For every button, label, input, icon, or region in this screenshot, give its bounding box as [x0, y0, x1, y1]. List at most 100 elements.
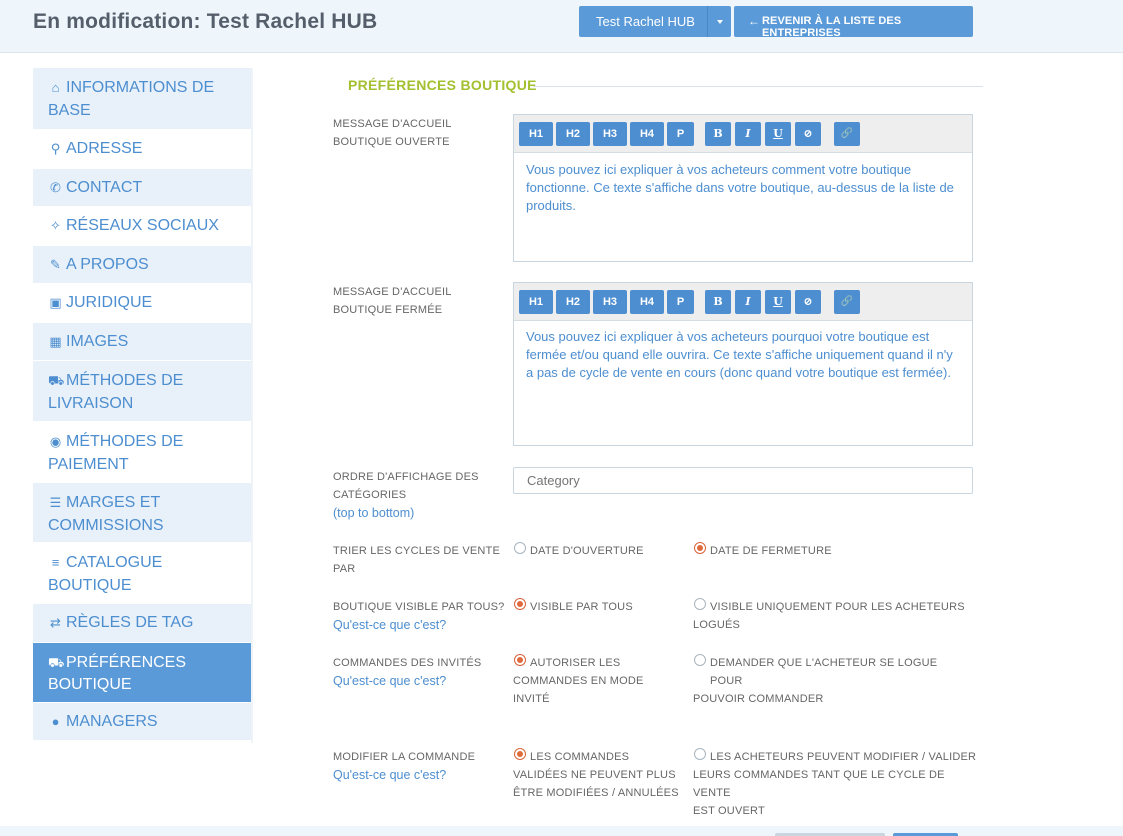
list-icon: ☰: [49, 495, 62, 510]
pencil-icon: ✎: [50, 256, 61, 272]
modify-locked-label-line1: LES COMMANDES: [530, 751, 630, 763]
sidebar-item-label: MÉTHODES DE LIVRAISON: [48, 372, 184, 412]
italic-button[interactable]: I: [735, 122, 761, 146]
back-to-list-button[interactable]: ← REVENIR À LA LISTE DES ENTREPRISES: [734, 6, 973, 39]
h2-button[interactable]: H2: [556, 290, 590, 314]
sidebar-item-contact[interactable]: ✆ CONTACT: [33, 168, 251, 207]
sidebar-item-label: ADRESSE: [66, 140, 143, 157]
modify-locked-label: LES COMMANDES VALIDÉES NE PEUVENT PLUS Ê…: [513, 748, 683, 802]
underline-button[interactable]: U: [765, 290, 791, 314]
sidebar-divider: [251, 68, 253, 743]
italic-button[interactable]: I: [735, 290, 761, 314]
guest-allow-label-line2: COMMANDES EN MODE: [513, 675, 644, 687]
modify-order-help-link[interactable]: Qu'est-ce que c'est?: [333, 766, 475, 784]
closed-message-text[interactable]: Vous pouvez ici expliquer à vos acheteur…: [526, 328, 956, 382]
h1-button[interactable]: H1: [519, 122, 553, 146]
h4-button[interactable]: H4: [630, 290, 664, 314]
sidebar-item-catalogue-boutique[interactable]: ≡ CATALOGUE BOUTIQUE: [33, 543, 251, 604]
sidebar-item-label: A PROPOS: [66, 255, 149, 273]
sidebar-item-label: MÉTHODES DE PAIEMENT: [48, 433, 184, 473]
guest-orders-help-link[interactable]: Qu'est-ce que c'est?: [333, 672, 481, 690]
guest-orders-label: COMMANDES DES INVITÉS Qu'est-ce que c'es…: [333, 654, 481, 690]
paragraph-button[interactable]: P: [667, 290, 694, 314]
paragraph-button[interactable]: P: [667, 122, 694, 146]
sidebar-item-label: IMAGES: [66, 332, 129, 350]
sort-cycles-label-line1: TRIER LES CYCLES DE VENTE: [333, 545, 500, 557]
category-order-input[interactable]: [513, 467, 973, 494]
user-icon: ●: [51, 713, 60, 729]
sidebar-item-methodes-de-livraison[interactable]: ⛟ MÉTHODES DE LIVRAISON: [33, 361, 251, 422]
open-message-label-line1: MESSAGE D'ACCUEIL: [333, 118, 452, 130]
sidebar-item-images[interactable]: ▦ IMAGES: [33, 322, 251, 361]
twitter-icon: ✧: [50, 218, 61, 233]
h4-button[interactable]: H4: [630, 122, 664, 146]
modify-allowed-label-line1: LES ACHETEURS PEUVENT MODIFIER / VALIDER: [710, 751, 977, 763]
sort-cycles-label-line2: PAR: [333, 563, 356, 575]
guest-require-login-label: DEMANDER QUE L'ACHETEUR SE LOGUE POUR PO…: [693, 654, 973, 708]
guest-allow-label-line3: INVITÉ: [513, 693, 550, 705]
sidebar-item-label: INFORMATIONS DE BASE: [48, 79, 215, 119]
sidebar-item-regles-de-tag[interactable]: ⇄ RÈGLES DE TAG: [33, 604, 251, 643]
sidebar-item-label: RÉSEAUX SOCIAUX: [66, 217, 219, 234]
open-message-editor: H1 H2 H3 H4 P B I U ⊘ 🔗 Vous pouvez ici …: [513, 114, 973, 262]
hub-select-value: Test Rachel HUB: [596, 14, 695, 29]
hub-select[interactable]: Test Rachel HUB: [579, 6, 731, 37]
link-button[interactable]: 🔗: [834, 122, 860, 146]
category-order-label: ORDRE D'AFFICHAGE DES CATÉGORIES (top to…: [333, 468, 479, 522]
visible-logged-label: VISIBLE UNIQUEMENT POUR LES ACHETEURS LO…: [693, 598, 973, 634]
underline-button[interactable]: U: [765, 122, 791, 146]
visible-all-radio[interactable]: [514, 598, 526, 610]
sidebar-item-adresse[interactable]: ⚲ ADRESSE: [33, 130, 251, 169]
sidebar-item-a-propos[interactable]: ✎ A PROPOS: [33, 245, 251, 284]
sidebar-item-marges-et-commissions[interactable]: ☰ MARGES ET COMMISSIONS: [33, 483, 251, 543]
page-title: En modification: Test Rachel HUB: [33, 10, 378, 33]
sidebar-item-informations-de-base[interactable]: ⌂ INFORMATIONS DE BASE: [33, 68, 251, 130]
editor-toolbar: H1 H2 H3 H4 P B I U ⊘ 🔗: [514, 283, 972, 321]
guest-orders-label-text: COMMANDES DES INVITÉS: [333, 657, 482, 669]
closed-message-label-line2: BOUTIQUE FERMÉE: [333, 304, 443, 316]
closed-message-editor: H1 H2 H3 H4 P B I U ⊘ 🔗 Vous pouvez ici …: [513, 282, 973, 446]
picture-icon: ▦: [49, 333, 62, 349]
sidebar-item-methodes-de-paiement[interactable]: ◉ MÉTHODES DE PAIEMENT: [33, 422, 251, 483]
h1-button[interactable]: H1: [519, 290, 553, 314]
modify-allowed-label: LES ACHETEURS PEUVENT MODIFIER / VALIDER…: [693, 748, 983, 820]
category-order-label-line2: CATÉGORIES: [333, 489, 407, 501]
category-order-label-line1: ORDRE D'AFFICHAGE DES: [333, 471, 479, 483]
guest-require-login-label-line2: POUVOIR COMMANDER: [693, 693, 824, 705]
map-marker-icon: ⚲: [50, 141, 61, 156]
sidebar-item-reseaux-sociaux[interactable]: ✧ RÉSEAUX SOCIAUX: [33, 207, 251, 246]
closed-message-label-line1: MESSAGE D'ACCUEIL: [333, 286, 452, 298]
visible-logged-label-line2: LOGUÉS: [693, 619, 741, 631]
caret-down-icon: [717, 20, 723, 24]
list-ul-icon: ≡: [51, 555, 60, 570]
modify-locked-label-line3: ÊTRE MODIFIÉES / ANNULÉES: [513, 787, 679, 799]
modify-order-label-text: MODIFIER LA COMMANDE: [333, 751, 476, 763]
bold-button[interactable]: B: [705, 290, 731, 314]
bold-button[interactable]: B: [705, 122, 731, 146]
visible-help-link[interactable]: Qu'est-ce que c'est?: [333, 616, 504, 634]
page-header: En modification: Test Rachel HUB Test Ra…: [0, 0, 1123, 53]
briefcase-icon: ▣: [49, 295, 62, 310]
open-message-text[interactable]: Vous pouvez ici expliquer à vos acheteur…: [526, 161, 956, 215]
editor-toolbar: H1 H2 H3 H4 P B I U ⊘ 🔗: [514, 115, 972, 153]
clear-format-button[interactable]: ⊘: [795, 122, 821, 146]
clear-format-button[interactable]: ⊘: [795, 290, 821, 314]
closed-message-label: MESSAGE D'ACCUEIL BOUTIQUE FERMÉE: [333, 283, 452, 319]
visible-label-text: BOUTIQUE VISIBLE PAR TOUS?: [333, 601, 505, 613]
h3-button[interactable]: H3: [593, 290, 627, 314]
sidebar-item-managers[interactable]: ● MANAGERS: [33, 702, 251, 741]
sort-by-opening-radio[interactable]: [514, 542, 526, 554]
h2-button[interactable]: H2: [556, 122, 590, 146]
visible-label: BOUTIQUE VISIBLE PAR TOUS? Qu'est-ce que…: [333, 598, 504, 634]
link-button[interactable]: 🔗: [834, 290, 860, 314]
sidebar-item-preferences-boutique[interactable]: ⛟ PRÉFÉRENCES BOUTIQUE: [33, 642, 251, 703]
h3-button[interactable]: H3: [593, 122, 627, 146]
hub-select-toggle[interactable]: [707, 6, 731, 37]
sidebar-item-juridique[interactable]: ▣ JURIDIQUE: [33, 284, 251, 323]
visible-all-label: VISIBLE PAR TOUS: [530, 601, 633, 613]
random-icon: ⇄: [50, 615, 61, 630]
sort-by-closing-radio[interactable]: [694, 542, 706, 554]
back-to-list-label: REVENIR À LA LISTE DES ENTREPRISES: [762, 15, 902, 39]
modify-locked-label-line2: VALIDÉES NE PEUVENT PLUS: [513, 769, 676, 781]
sidebar-item-label: PRÉFÉRENCES BOUTIQUE: [48, 653, 187, 694]
